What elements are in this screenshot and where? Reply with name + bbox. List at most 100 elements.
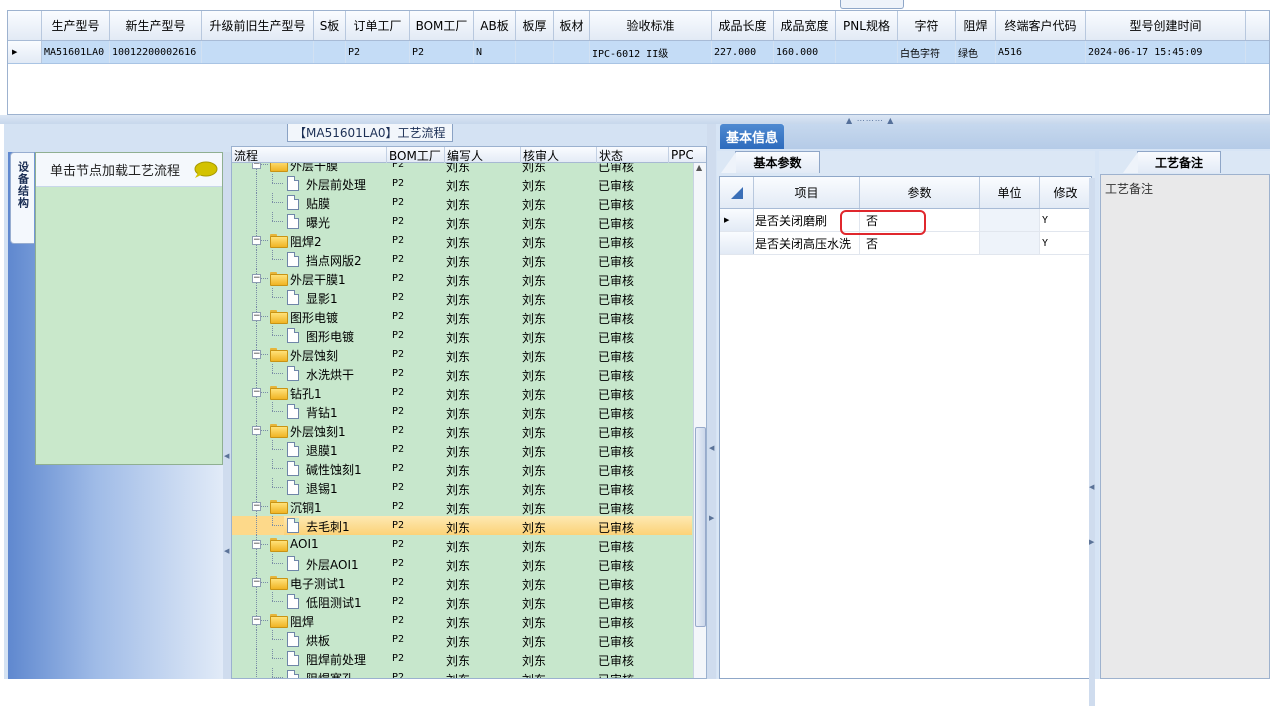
tree-row[interactable]: − 沉铜1 P2 刘东 刘东 已审核 xyxy=(232,497,692,516)
collapse-right-icon[interactable]: ▶ xyxy=(1089,538,1094,546)
tree-row[interactable]: − 外层蚀刻 P2 刘东 刘东 已审核 xyxy=(232,345,692,364)
param-modify[interactable]: Y xyxy=(1040,209,1091,231)
tree-row[interactable]: − 外层干膜1 P2 刘东 刘东 已审核 xyxy=(232,269,692,288)
grid-cell-0[interactable]: MA51601LA0 xyxy=(42,41,110,63)
tree-row[interactable]: 曝光 P2 刘东 刘东 已审核 xyxy=(232,212,692,231)
col-reviewer[interactable]: 核审人 xyxy=(520,147,559,163)
tree-row[interactable]: 烘板 P2 刘东 刘东 已审核 xyxy=(232,630,692,649)
collapse-node-icon[interactable]: − xyxy=(252,540,261,549)
row-selector-icon[interactable]: ▶ xyxy=(720,209,754,231)
grid-cell-6[interactable]: N xyxy=(474,41,516,63)
tree-row[interactable]: 贴膜 P2 刘东 刘东 已审核 xyxy=(232,193,692,212)
scroll-up-icon[interactable]: ▲ xyxy=(696,163,702,172)
collapse-left-icon[interactable]: ◀ xyxy=(224,547,229,555)
grid-col-10[interactable]: 成品长度 xyxy=(712,11,774,40)
collapse-node-icon[interactable]: − xyxy=(252,274,261,283)
col-modify[interactable]: 修改 xyxy=(1040,177,1091,208)
param-unit[interactable] xyxy=(980,232,1040,254)
top-panel-tab[interactable] xyxy=(840,0,904,9)
grid-col-12[interactable]: PNL规格 xyxy=(836,11,898,40)
grid-cell-13[interactable]: 白色字符 xyxy=(898,41,956,63)
remark-content[interactable]: 工艺备注 xyxy=(1100,174,1270,679)
tree-row[interactable]: − 阻焊 P2 刘东 刘东 已审核 xyxy=(232,611,692,630)
grid-col-8[interactable]: 板材 xyxy=(554,11,590,40)
middle-vertical-splitter[interactable]: ◀ ▶ xyxy=(707,124,716,679)
tree-row[interactable]: 退膜1 P2 刘东 刘东 已审核 xyxy=(232,440,692,459)
tree-row[interactable]: 背钻1 P2 刘东 刘东 已审核 xyxy=(232,402,692,421)
collapse-middle-icon[interactable]: ▶ xyxy=(709,514,714,522)
tree-row[interactable]: 水洗烘干 P2 刘东 刘东 已审核 xyxy=(232,364,692,383)
grid-col-11[interactable]: 成品宽度 xyxy=(774,11,836,40)
tree-row[interactable]: 阻焊塞孔 P2 刘东 刘东 已审核 xyxy=(232,668,692,678)
col-bom-factory[interactable]: BOM工厂 xyxy=(386,147,441,163)
grid-corner[interactable] xyxy=(8,11,42,40)
grid-cell-11[interactable]: 160.000 xyxy=(774,41,836,63)
grid-cell-12[interactable] xyxy=(836,41,898,63)
grid-col-5[interactable]: BOM工厂 xyxy=(410,11,474,40)
tree-row[interactable]: 外层前处理 P2 刘东 刘东 已审核 xyxy=(232,174,692,193)
param-corner-icon[interactable] xyxy=(720,177,754,208)
collapse-node-icon[interactable]: − xyxy=(252,312,261,321)
grid-col-14[interactable]: 阻焊 xyxy=(956,11,996,40)
grid-cell-15[interactable]: A516 xyxy=(996,41,1086,63)
col-status[interactable]: 状态 xyxy=(596,147,623,163)
grid-cell-16[interactable]: 2024-06-17 15:45:09 xyxy=(1086,41,1246,63)
param-item[interactable]: 是否关闭高压水洗 xyxy=(754,232,860,254)
grid-cell-1[interactable]: 10012200002616 xyxy=(110,41,202,63)
grid-cell-14[interactable]: 绿色 xyxy=(956,41,996,63)
grid-cell-7[interactable] xyxy=(516,41,554,63)
tree-row[interactable]: − 电子测试1 P2 刘东 刘东 已审核 xyxy=(232,573,692,592)
collapse-node-icon[interactable]: − xyxy=(252,426,261,435)
tree-scroll-thumb[interactable] xyxy=(695,427,706,627)
tree-row[interactable]: 去毛刺1 P2 刘东 刘东 已审核 xyxy=(232,516,692,535)
tree-row[interactable]: 挡点网版2 P2 刘东 刘东 已审核 xyxy=(232,250,692,269)
collapse-node-icon[interactable]: − xyxy=(252,388,261,397)
grid-cell-5[interactable]: P2 xyxy=(410,41,474,63)
collapse-node-icon[interactable]: − xyxy=(252,578,261,587)
grid-col-13[interactable]: 字符 xyxy=(898,11,956,40)
grid-col-4[interactable]: 订单工厂 xyxy=(346,11,410,40)
collapse-node-icon[interactable]: − xyxy=(252,502,261,511)
tree-row[interactable]: 图形电镀 P2 刘东 刘东 已审核 xyxy=(232,326,692,345)
grid-col-0[interactable]: 生产型号 xyxy=(42,11,110,40)
horizontal-splitter[interactable]: ▲ ⋯⋯⋯ ▲ xyxy=(0,115,1270,125)
grid-cell-8[interactable] xyxy=(554,41,590,63)
tree-row[interactable]: 退锡1 P2 刘东 刘东 已审核 xyxy=(232,478,692,497)
collapse-node-icon[interactable]: − xyxy=(252,163,261,169)
row-selector-icon[interactable] xyxy=(720,232,754,254)
col-ppc[interactable]: PPC xyxy=(668,147,693,163)
tree-row[interactable]: 低阻测试1 P2 刘东 刘东 已审核 xyxy=(232,592,692,611)
tree-row[interactable]: − 外层干膜 P2 刘东 刘东 已审核 xyxy=(232,163,692,174)
tree-row[interactable]: − 外层蚀刻1 P2 刘东 刘东 已审核 xyxy=(232,421,692,440)
collapse-node-icon[interactable]: − xyxy=(252,236,261,245)
right-vertical-splitter[interactable]: ◀ ▶ xyxy=(1089,178,1095,706)
col-item[interactable]: 项目 xyxy=(754,177,860,208)
grid-cell-4[interactable]: P2 xyxy=(346,41,410,63)
grid-cell-10[interactable]: 227.000 xyxy=(712,41,774,63)
tree-row[interactable]: 外层AOI1 P2 刘东 刘东 已审核 xyxy=(232,554,692,573)
collapse-node-icon[interactable]: − xyxy=(252,616,261,625)
grid-col-15[interactable]: 终端客户代码 xyxy=(996,11,1086,40)
grid-col-9[interactable]: 验收标准 xyxy=(590,11,712,40)
grid-cell-9[interactable]: IPC-6012 II级 xyxy=(590,41,712,63)
tree-row[interactable]: − 钻孔1 P2 刘东 刘东 已审核 xyxy=(232,383,692,402)
grid-cell-2[interactable] xyxy=(202,41,314,63)
grid-col-1[interactable]: 新生产型号 xyxy=(110,11,202,40)
param-unit[interactable] xyxy=(980,209,1040,231)
collapse-node-icon[interactable]: − xyxy=(252,350,261,359)
tree-row[interactable]: 碱性蚀刻1 P2 刘东 刘东 已审核 xyxy=(232,459,692,478)
tree-row[interactable]: 阻焊前处理 P2 刘东 刘东 已审核 xyxy=(232,649,692,668)
col-flow[interactable]: 流程 xyxy=(232,147,258,163)
collapse-middle-icon[interactable]: ◀ xyxy=(709,444,714,452)
grid-col-6[interactable]: AB板 xyxy=(474,11,516,40)
col-param[interactable]: 参数 xyxy=(860,177,980,208)
tree-row[interactable]: − 图形电镀 P2 刘东 刘东 已审核 xyxy=(232,307,692,326)
grid-col-2[interactable]: 升级前旧生产型号 xyxy=(202,11,314,40)
tree-row[interactable]: − AOI1 P2 刘东 刘东 已审核 xyxy=(232,535,692,554)
param-row[interactable]: 是否关闭高压水洗否 Y xyxy=(720,232,1091,255)
grid-col-16[interactable]: 型号创建时间 xyxy=(1086,11,1246,40)
model-grid-row[interactable]: ▶ MA51601LA0 10012200002616 P2 P2 N IPC-6012 I… xyxy=(8,41,1269,64)
left-vertical-splitter[interactable]: ◀ ◀ xyxy=(223,152,231,679)
tree-row[interactable]: − 阻焊2 P2 刘东 刘东 已审核 xyxy=(232,231,692,250)
tab-process-remark[interactable]: 工艺备注 xyxy=(1123,151,1221,173)
